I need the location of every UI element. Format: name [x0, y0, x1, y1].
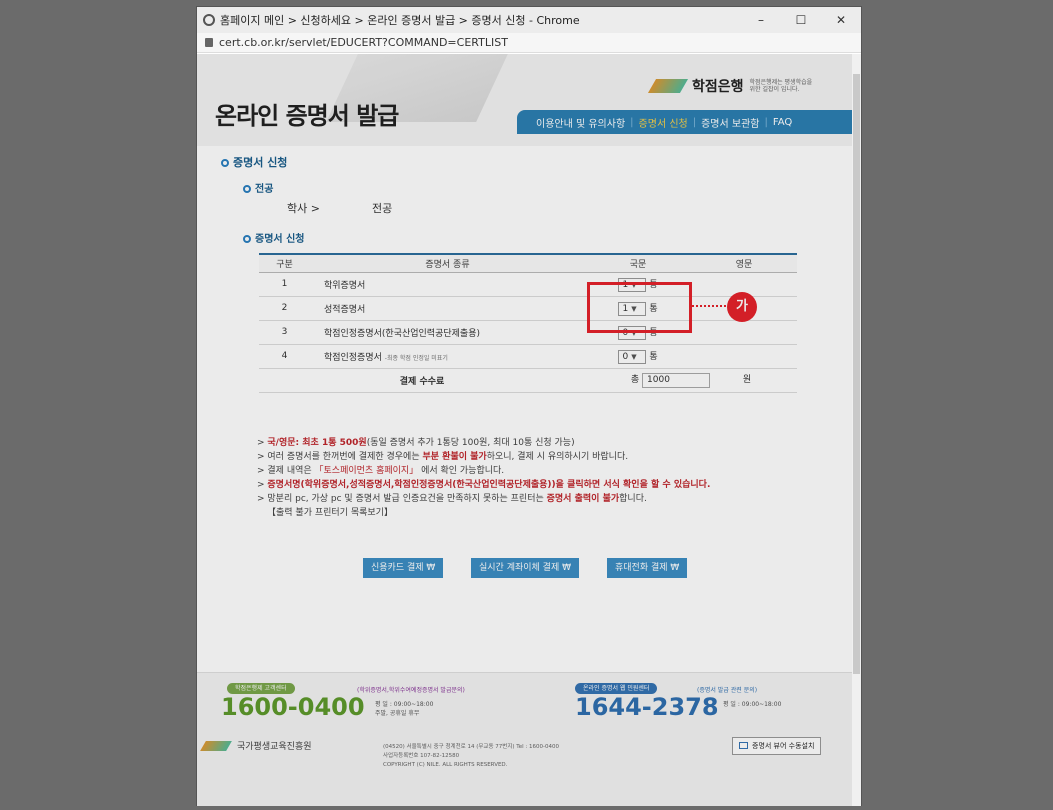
fee-prefix: 총 — [630, 375, 640, 385]
title-bar: 홈페이지 메인 > 신청하세요 > 온라인 증명서 발급 > 증명서 신청 - … — [197, 7, 861, 33]
nav-item-storage[interactable]: 증명서 보관함 — [701, 115, 759, 130]
col-header: 영문 — [691, 253, 797, 273]
row-number: 4 — [259, 344, 310, 369]
major-value: 전공 — [372, 202, 393, 215]
unit-label: 통 — [649, 351, 658, 362]
url-text: cert.cb.or.kr/servlet/EDUCERT?COMMAND=CE… — [219, 36, 508, 49]
footer-center1-sub: (학위증명서,학위수여예정증명서 발급문의) — [357, 687, 465, 694]
nav-item-apply[interactable]: 증명서 신청 — [639, 115, 688, 130]
footer: 학점은행제 고객센터 (학위증명서,학위수여예정증명서 발급문의) 1600-0… — [197, 672, 853, 806]
chevron-down-icon: ▼ — [631, 352, 637, 361]
table-row: 2 성적증명서 1 ▼ 통 — [259, 296, 797, 321]
top-nav: 이용안내 및 유의사항 | 증명서 신청 | 증명서 보관함 | FAQ — [517, 110, 853, 134]
notice-item: > 망분리 pc, 가상 pc 및 증명서 발급 인증요건을 만족하지 못하는 … — [257, 494, 647, 504]
cert-name-link[interactable]: 학점인정증명서(한국산업인력공단제출용) — [309, 320, 586, 345]
logo[interactable]: 학점은행 학점은행제는 평생학습을 위한 길잡이 입니다. — [647, 76, 818, 96]
bullet-icon — [243, 185, 251, 193]
footer-center2-hours: 평 일 : 09:00~18:00 — [723, 701, 782, 708]
cert-name-link[interactable]: 학점인정증명서 -최종 학점 인정일 미표기 — [309, 344, 586, 369]
highlight-box — [587, 282, 692, 333]
minimize-button[interactable]: – — [741, 13, 781, 27]
fee-field: 1000 — [642, 373, 711, 388]
bank-transfer-button[interactable]: 실시간 계좌이체 결제 ₩ — [471, 558, 580, 578]
notice-item: > 증명서명(학위증명서,성적증명서,학점인정증명서(한국산업인력공단제출용))… — [257, 480, 711, 490]
viewer-install-button[interactable]: 증명서 뷰어 수동설치 — [732, 737, 822, 755]
logo-subtext: 학점은행제는 평생학습을 위한 길잡이 입니다. — [749, 79, 813, 93]
printer-list-link[interactable]: 【출력 불가 프린터기 목록보기】 — [257, 506, 817, 520]
nav-divider: | — [764, 116, 768, 128]
nav-divider: | — [630, 116, 634, 128]
browser-window: 홈페이지 메인 > 신청하세요 > 온라인 증명서 발급 > 증명서 신청 - … — [196, 6, 862, 806]
col-header: 국문 — [585, 253, 692, 273]
major-heading: 전공 — [243, 180, 273, 195]
col-header: 구분 — [259, 253, 310, 273]
close-button[interactable]: ✕ — [821, 13, 861, 27]
chrome-icon — [203, 14, 215, 26]
lock-icon — [205, 38, 213, 47]
nav-item-guide[interactable]: 이용안내 및 유의사항 — [536, 115, 625, 130]
notice-list: > 국/영문: 최초 1통 500원(동일 증명서 추가 1통당 100원, 최… — [257, 436, 817, 520]
page-header: 온라인 증명서 발급 학점은행 학점은행제는 평생학습을 위한 길잡이 입니다.… — [197, 54, 853, 146]
maximize-button[interactable]: ☐ — [781, 13, 821, 27]
logo-text: 학점은행 — [692, 79, 744, 95]
cert-note: -최종 학점 인정일 미표기 — [384, 354, 448, 362]
row-number: 2 — [259, 296, 310, 321]
callout-connector — [692, 305, 726, 307]
notice-item: > 여러 증명서를 한꺼번에 결제한 경우에는 부분 환불이 불가하오니, 결제… — [257, 452, 629, 462]
col-header: 증명서 종류 — [309, 253, 586, 273]
english-cell — [691, 344, 797, 369]
table-header-row: 구분 증명서 종류 국문 영문 — [259, 253, 797, 273]
footer-address: (04520) 서울특별시 중구 청계천로 14 (무교동 77번지) Tel … — [383, 744, 559, 768]
table-row: 1 학위증명서 1 ▼ 통 — [259, 272, 797, 297]
cert-name-link[interactable]: 성적증명서 — [309, 296, 586, 321]
org-logo[interactable]: 국가평생교육진흥원 — [200, 739, 312, 752]
footer-center1-hours: 평 일 : 09:00~18:00 주말, 공휴일 휴무 — [375, 701, 434, 717]
footer-center2-phone: 1644-2378 — [575, 693, 719, 721]
callout-badge: 가 — [727, 292, 757, 322]
fee-unit: 원 — [742, 375, 752, 385]
nav-divider: | — [692, 116, 697, 128]
english-cell — [691, 320, 797, 345]
bullet-icon — [221, 159, 229, 167]
apply-heading: 증명서 신청 — [243, 230, 304, 245]
degree-label: 학사 > — [287, 202, 320, 215]
address-bar[interactable]: cert.cb.or.kr/servlet/EDUCERT?COMMAND=CE… — [197, 33, 861, 53]
cert-name-link[interactable]: 학위증명서 — [309, 272, 586, 297]
footer-center1-phone: 1600-0400 — [221, 693, 365, 721]
row-number: 1 — [259, 272, 310, 297]
section-title: 증명서 신청 — [221, 154, 287, 170]
table-row: 3 학점인정증명서(한국산업인력공단제출용) 0 ▼ 통 — [259, 320, 797, 345]
fee-label: 결제 수수료 — [259, 368, 586, 393]
notice-item: > 결제 내역은 「토스페이먼츠 홈페이지」 에서 확인 가능합니다. — [257, 466, 505, 476]
fee-cell: 총 1000 원 — [585, 368, 797, 393]
notice-item: > 국/영문: 최초 1통 500원(동일 증명서 추가 1통당 100원, 최… — [257, 438, 575, 448]
org-mark-icon — [200, 740, 232, 751]
qty-select[interactable]: 0 ▼ — [618, 349, 647, 364]
mobile-pay-button[interactable]: 휴대전화 결제 ₩ — [607, 558, 688, 578]
table-row: 4 학점인정증명서 -최종 학점 인정일 미표기 0 ▼ 통 — [259, 344, 797, 369]
org-name: 국가평생교육진흥원 — [237, 742, 312, 752]
certificate-table: 구분 증명서 종류 국문 영문 1 학위증명서 1 ▼ 통 2 성적증명서 1 ▼ … — [259, 253, 797, 393]
fee-row: 결제 수수료 총 1000 원 — [259, 368, 797, 393]
nav-item-faq[interactable]: FAQ — [773, 117, 792, 128]
row-number: 3 — [259, 320, 310, 345]
page-title: 온라인 증명서 발급 — [215, 102, 399, 130]
monitor-icon — [739, 742, 748, 749]
scroll-thumb[interactable] — [853, 74, 860, 674]
bullet-icon — [243, 235, 251, 243]
page-content: 온라인 증명서 발급 학점은행 학점은행제는 평생학습을 위한 길잡이 입니다.… — [197, 54, 853, 806]
korean-qty-cell: 0 ▼ 통 — [585, 344, 692, 369]
window-title: 홈페이지 메인 > 신청하세요 > 온라인 증명서 발급 > 증명서 신청 - … — [220, 14, 580, 27]
logo-mark-icon — [647, 79, 689, 93]
card-pay-button[interactable]: 신용카드 결제 ₩ — [363, 558, 444, 578]
scrollbar[interactable] — [852, 54, 861, 806]
